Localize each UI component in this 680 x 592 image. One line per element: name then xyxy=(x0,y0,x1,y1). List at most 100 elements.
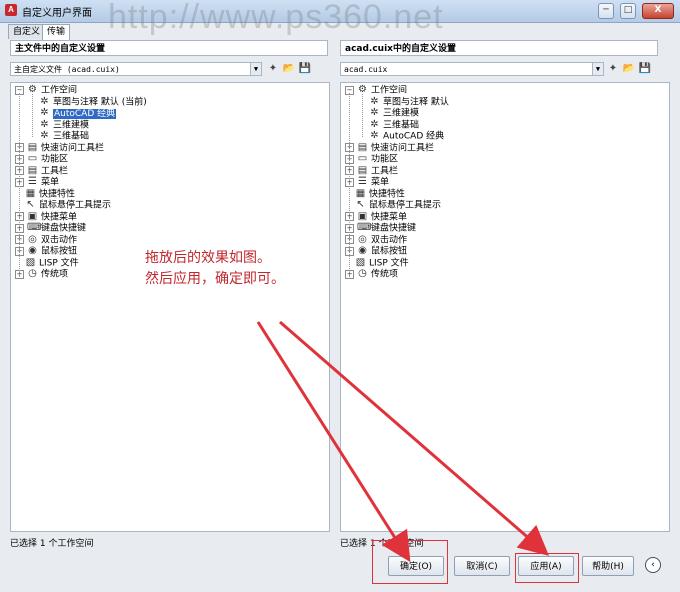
tree-item-label: 三维建模 xyxy=(383,108,420,119)
gear-icon: ✲ xyxy=(370,130,379,141)
dropdown-arrow-icon[interactable]: ▼ xyxy=(592,63,603,75)
legacy-icon: ◷ xyxy=(28,268,37,279)
tree-item[interactable]: ↖ 鼠标悬停工具提示 xyxy=(345,200,441,211)
menu-icon: ☰ xyxy=(358,176,367,187)
open-folder-icon[interactable]: 📂 xyxy=(282,62,296,76)
tree-item[interactable]: − ⚙ 工作空间 xyxy=(15,85,77,96)
tree-item[interactable]: + ◷ 传统项 xyxy=(345,269,398,280)
tab-transfer[interactable]: 传输 xyxy=(42,24,71,40)
tree-item-label: 快速访问工具栏 xyxy=(371,143,435,153)
app-icon: A xyxy=(5,4,17,16)
gear-icon: ✲ xyxy=(40,130,49,141)
left-panel: 主文件中的自定义设置 主自定义文件 (acad.cuix) ▼ ✦ 📂 💾 − ⚙… xyxy=(10,40,330,550)
tree-item[interactable]: ✲ AutoCAD 经典 xyxy=(369,131,444,142)
tree-item[interactable]: + ▣ 快捷菜单 xyxy=(345,211,408,223)
tree-item[interactable]: ✲ 三维基础 xyxy=(39,131,89,142)
tree-item-label: 键盘快捷键 xyxy=(41,223,87,234)
help-button[interactable]: 帮助(H) xyxy=(582,556,634,576)
tree-item-label: 工具栏 xyxy=(371,166,399,176)
tree-item[interactable]: + ◎ 双击动作 xyxy=(345,233,407,246)
cancel-button[interactable]: 取消(C) xyxy=(454,556,510,576)
tree-item-label: 菜单 xyxy=(371,177,390,188)
tree-item-label: 三维基础 xyxy=(53,131,90,142)
tree-item[interactable]: ✲ 三维建模 xyxy=(369,108,419,119)
save-icon[interactable]: 💾 xyxy=(298,62,312,76)
ribbon-icon: ▭ xyxy=(27,153,38,164)
gear-icon: ✲ xyxy=(370,118,379,130)
tree-item-label: 鼠标按钮 xyxy=(41,246,78,257)
tree-guide-line xyxy=(349,93,350,277)
tree-item[interactable]: + ▭ 功能区 xyxy=(15,154,68,165)
close-button[interactable]: X xyxy=(642,3,674,19)
tree-item[interactable]: ✲ 三维建模 xyxy=(39,118,90,131)
lisp-icon: ▧ xyxy=(25,256,36,268)
lisp-icon: ▧ xyxy=(355,256,366,268)
tree-item[interactable]: ✲ 草图与注释 默认 (当前) xyxy=(39,96,146,108)
tree-item-label: 快捷特性 xyxy=(39,189,76,199)
tree-item-label: 三维建模 xyxy=(53,120,90,130)
minimize-button[interactable]: ─ xyxy=(598,3,614,19)
toolbar-icon: ▤ xyxy=(357,141,368,153)
tree-item[interactable]: + ☰ 菜单 xyxy=(345,177,389,188)
save-icon[interactable]: 💾 xyxy=(638,62,652,76)
tree-item[interactable]: + ▣ 快捷菜单 xyxy=(15,210,77,223)
tree-item[interactable]: ▧ LISP 文件 xyxy=(15,256,79,269)
open-folder-icon[interactable]: 📂 xyxy=(622,62,636,76)
tree-item-label: 双击动作 xyxy=(41,235,78,245)
maximize-button[interactable]: □ xyxy=(620,3,636,19)
new-file-icon[interactable]: ✦ xyxy=(606,62,620,76)
tree-item[interactable]: + ◉ 鼠标按钮 xyxy=(15,246,77,257)
menu-icon: ☰ xyxy=(28,176,37,187)
tree-item[interactable]: − ⚙ 工作空间 xyxy=(345,85,407,96)
annotation-note: 拖放后的效果如图。 然后应用，确定即可。 xyxy=(145,248,285,290)
left-tree[interactable]: − ⚙ 工作空间 ✲ 草图与注释 默认 (当前) ✲ AutoCAD 经典 ✲ 三维建模 ✲ 三维基… xyxy=(10,82,330,532)
tab-customize[interactable]: 自定义 xyxy=(8,24,46,39)
tree-item[interactable]: + ▤ 工具栏 xyxy=(15,165,68,177)
right-file-select[interactable]: acad.cuix ▼ xyxy=(340,62,604,76)
tree-item[interactable]: + ◉ 鼠标按钮 xyxy=(345,246,407,257)
keyboard-icon: ⌨ xyxy=(27,222,42,233)
new-file-icon[interactable]: ✦ xyxy=(266,62,280,76)
left-panel-heading: 主文件中的自定义设置 xyxy=(10,40,328,56)
ok-highlight-box xyxy=(372,540,448,584)
tree-item[interactable]: + ⌨键盘快捷键 xyxy=(345,223,416,234)
tree-item-label: 快速访问工具栏 xyxy=(41,143,105,153)
annotation-line-1: 拖放后的效果如图。 xyxy=(145,250,271,266)
expand-panel-icon[interactable]: ‹ xyxy=(645,557,661,573)
watermark: http://www.ps360.net xyxy=(108,0,444,36)
mouse-icon: ◉ xyxy=(358,245,367,256)
legacy-icon: ◷ xyxy=(358,268,367,279)
tree-item[interactable]: + ▭ 功能区 xyxy=(345,154,398,165)
window-title: 自定义用户界面 xyxy=(22,8,92,19)
right-file-select-value: acad.cuix xyxy=(344,65,388,74)
dropdown-arrow-icon[interactable]: ▼ xyxy=(250,63,261,75)
gear-icon: ✲ xyxy=(370,107,379,118)
tree-guide-line xyxy=(362,94,363,137)
shortcut-menu-icon: ▣ xyxy=(27,210,38,222)
left-file-select[interactable]: 主自定义文件 (acad.cuix) ▼ xyxy=(10,62,262,76)
tree-item[interactable]: ✲ 草图与注释 默认 xyxy=(369,96,449,108)
tree-item[interactable]: ↖ 鼠标悬停工具提示 xyxy=(15,200,111,211)
tree-item[interactable]: + ◷ 传统项 xyxy=(15,269,68,280)
tree-item[interactable]: + ◎ 双击动作 xyxy=(15,234,78,246)
tooltip-icon: ↖ xyxy=(356,199,365,210)
window-titlebar: A 自定义用户界面 http://www.ps360.net ─ □ X xyxy=(0,0,680,36)
apply-highlight-box xyxy=(515,553,579,583)
tree-item[interactable]: ✲ 三维基础 xyxy=(369,118,419,131)
tree-item[interactable]: ▦ 快捷特性 xyxy=(15,188,76,200)
tree-item-label: 鼠标按钮 xyxy=(371,246,408,257)
tree-item[interactable]: ✲ AutoCAD 经典 xyxy=(39,108,117,119)
tree-item[interactable]: ▧ LISP 文件 xyxy=(345,256,409,269)
tree-item[interactable]: ▦ 快捷特性 xyxy=(345,188,405,200)
right-tree[interactable]: − ⚙ 工作空间 ✲ 草图与注释 默认 ✲ 三维建模 ✲ 三维基础 ✲ AutoCAD 经典 + ▤ 快速… xyxy=(340,82,670,532)
tree-item[interactable]: + ▤ 快速访问工具栏 xyxy=(345,141,435,154)
tree-item-label: 快捷菜单 xyxy=(371,212,408,222)
gear-icon: ✲ xyxy=(40,118,49,130)
tree-guide-line xyxy=(32,94,33,137)
double-click-icon: ◎ xyxy=(358,233,367,245)
tree-item[interactable]: + ⌨键盘快捷键 xyxy=(15,223,86,234)
tree-item[interactable]: + ☰ 菜单 xyxy=(15,177,59,188)
tree-item[interactable]: + ▤ 工具栏 xyxy=(345,165,399,177)
tree-item[interactable]: + ▤ 快速访问工具栏 xyxy=(15,142,105,154)
tree-item-label: 键盘快捷键 xyxy=(371,223,417,234)
